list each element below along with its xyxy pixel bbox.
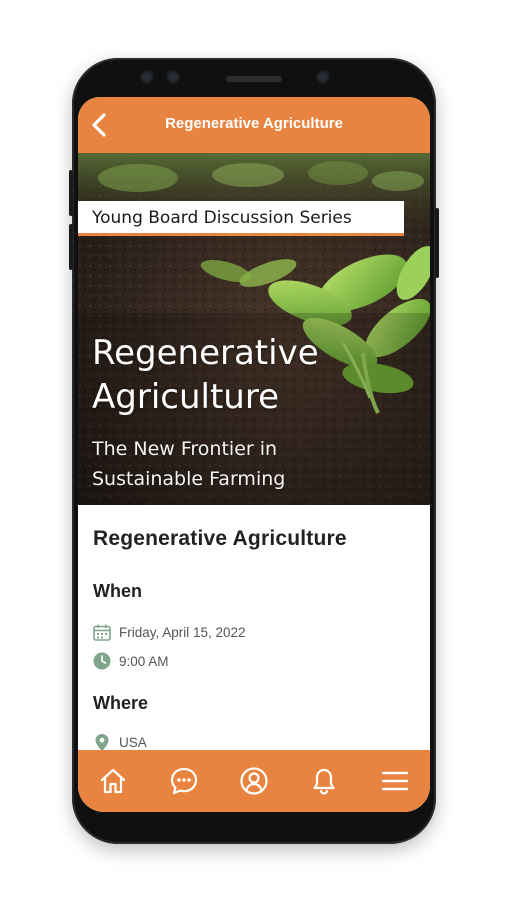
nav-notifications-button[interactable] — [304, 761, 344, 801]
volume-button — [69, 170, 73, 216]
profile-icon — [240, 767, 268, 795]
chat-icon — [170, 767, 197, 795]
nav-profile-button[interactable] — [234, 761, 274, 801]
chevron-left-icon — [92, 113, 106, 137]
event-location: USA — [119, 735, 147, 750]
earpiece-speaker — [226, 76, 282, 82]
hero-title: Regenerative Agriculture — [92, 331, 422, 419]
series-banner: Young Board Discussion Series — [78, 201, 404, 236]
app-screen: Regenerative Agriculture Young Board Dis… — [78, 97, 430, 812]
back-button[interactable] — [82, 107, 118, 143]
front-camera — [318, 72, 328, 82]
sensor — [168, 72, 178, 82]
clock-icon — [93, 652, 111, 670]
hero-subtitle-line: The New Frontier in — [92, 438, 278, 460]
hero-title-line: Regenerative — [92, 333, 319, 373]
bottom-navigation — [78, 750, 430, 812]
volume-button — [69, 224, 73, 270]
where-heading: Where — [93, 693, 149, 713]
when-heading: When — [93, 581, 142, 601]
hero-subtitle-line: Sustainable Farming — [92, 468, 286, 490]
calendar-icon — [93, 624, 111, 641]
event-details: Regenerative Agriculture When Friday, Ap… — [78, 505, 430, 751]
top-app-bar: Regenerative Agriculture — [78, 97, 430, 153]
hero-image: Young Board Discussion Series Regenerati… — [78, 153, 430, 505]
nav-menu-button[interactable] — [375, 761, 415, 801]
hero-title-line: Agriculture — [92, 377, 279, 417]
home-icon — [101, 768, 126, 794]
event-time: 9:00 AM — [119, 653, 169, 669]
power-button — [435, 208, 439, 278]
nav-home-button[interactable] — [93, 761, 133, 801]
bell-icon — [313, 768, 335, 795]
hero-subtitle: The New Frontier in Sustainable Farming — [92, 434, 412, 494]
time-row: 9:00 AM — [93, 652, 169, 670]
date-row: Friday, April 15, 2022 — [93, 624, 246, 641]
nav-messages-button[interactable] — [164, 761, 204, 801]
menu-icon — [381, 771, 408, 791]
page-title: Regenerative Agriculture — [165, 115, 343, 132]
sensor — [142, 72, 152, 82]
event-date: Friday, April 15, 2022 — [119, 625, 246, 640]
event-title: Regenerative Agriculture — [93, 527, 347, 550]
